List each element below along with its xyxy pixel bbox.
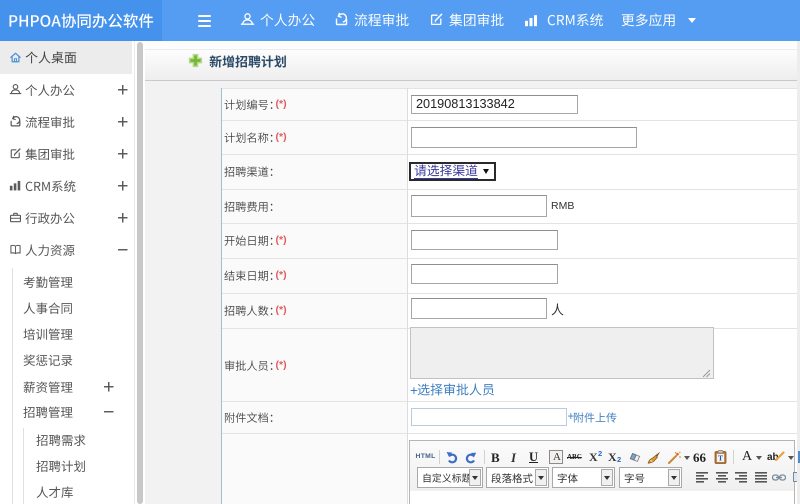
svg-text:T: T — [718, 453, 723, 462]
